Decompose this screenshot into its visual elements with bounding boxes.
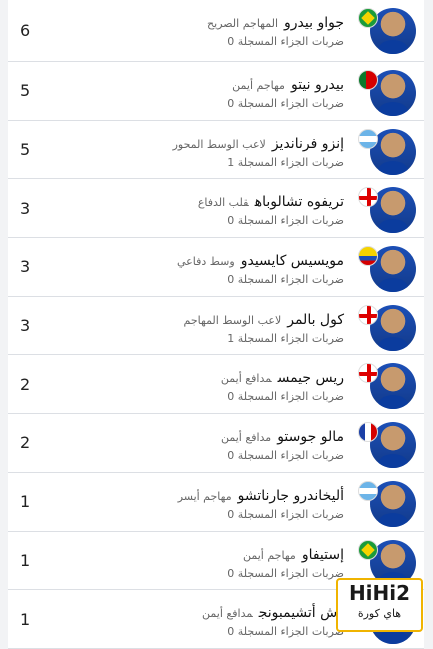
player-position: لاعب الوسط المحور	[172, 137, 266, 151]
england-flag-icon	[358, 304, 378, 325]
goals-count: 5	[20, 140, 31, 160]
player-name[interactable]: مويسيس كايسيدو	[241, 253, 344, 269]
player-position: مدافع أيمن	[221, 431, 272, 445]
player-name[interactable]: إستيفاو	[302, 547, 344, 563]
portugal-flag-icon	[358, 70, 378, 90]
logo-subtitle: هاي كورة	[357, 607, 402, 620]
france-flag-icon	[358, 422, 378, 443]
list-item[interactable]: 2 ريس جيمس مدافع أيمن ضربات الجزاء المسجل…	[8, 355, 424, 415]
goals-count: 3	[20, 316, 31, 336]
goals-count: 5	[20, 81, 31, 101]
player-position: وسط دفاعي	[176, 255, 235, 269]
player-name[interactable]: أليخاندرو جارناتشو	[238, 488, 344, 504]
goals-count: 2	[20, 433, 31, 453]
logo-title: HiHi2	[348, 581, 411, 605]
list-item[interactable]: 6 جواو بيدرو المهاجم الصريح ضربات الجزاء …	[8, 0, 424, 62]
player-position: قلب الدفاع	[197, 196, 249, 210]
list-item[interactable]: 3 تريفوه تشالوباه قلب الدفاع ضربات الجزاء…	[8, 179, 424, 239]
site-logo: HiHi2 هاي كورة	[336, 578, 423, 632]
argentina-flag-icon	[358, 128, 378, 149]
list-item[interactable]: 3 مويسيس كايسيدو وسط دفاعي ضربات الجزاء ا…	[8, 238, 424, 297]
goals-count: 2	[20, 374, 31, 394]
goals-count: 1	[20, 550, 31, 570]
player-position: مهاجم أيمن	[232, 79, 285, 92]
penalties-scored: ضربات الجزاء المسجلة 0	[227, 625, 344, 639]
player-position: لاعب الوسط المهاجم	[183, 313, 282, 327]
player-name[interactable]: بيدرو نيتو	[291, 77, 344, 93]
player-position: مهاجم أيسر	[177, 489, 232, 503]
penalties-scored: ضربات الجزاء المسجلة 0	[227, 214, 344, 228]
player-name[interactable]: وش أتشيمبونج	[259, 605, 344, 621]
list-item[interactable]: 2 مالو جوستو مدافع أيمن ضربات الجزاء المس…	[8, 414, 424, 473]
penalties-scored: ضربات الجزاء المسجلة 0	[227, 273, 344, 287]
player-name[interactable]: ريس جيمس	[278, 370, 344, 386]
list-item[interactable]: 1 أليخاندرو جارناتشو مهاجم أيسر ضربات الج…	[8, 472, 424, 532]
penalties-scored: ضربات الجزاء المسجلة 1	[227, 155, 344, 169]
goals-count: 1	[20, 492, 31, 512]
goals-count: 3	[20, 257, 31, 277]
list-item[interactable]: 5 إنزو فرنانديز لاعب الوسط المحور ضربات ا…	[8, 120, 424, 180]
goals-count: 3	[20, 198, 31, 218]
player-position: مهاجم أيمن	[243, 548, 296, 562]
brazil-flag-icon	[358, 539, 378, 560]
player-name[interactable]: مالو جوستو	[277, 429, 344, 445]
penalties-scored: ضربات الجزاء المسجلة 0	[227, 390, 344, 404]
goals-count: 1	[20, 609, 31, 629]
penalties-scored: ضربات الجزاء المسجلة 0	[227, 449, 344, 463]
penalties-scored: ضربات الجزاء المسجلة 1	[227, 331, 344, 345]
player-name[interactable]: تريفوه تشالوباه	[255, 194, 344, 210]
list-item[interactable]: 5 بيدرو نيتو مهاجم أيمن ضربات الجزاء المس…	[8, 62, 424, 121]
players-list: 6 جواو بيدرو المهاجم الصريح ضربات الجزاء …	[8, 0, 424, 649]
ecuador-flag-icon	[358, 246, 378, 267]
penalties-scored: ضربات الجزاء المسجلة 0	[227, 97, 344, 110]
player-name[interactable]: كول بالمر	[287, 312, 344, 328]
penalties-scored: ضربات الجزاء المسجلة 0	[227, 507, 344, 521]
penalties-scored: ضربات الجزاء المسجلة 0	[227, 566, 344, 580]
list-item[interactable]: 3 كول بالمر لاعب الوسط المهاجم ضربات الجز…	[8, 296, 424, 356]
player-position: مدافع أيمن	[220, 372, 272, 386]
argentina-flag-icon	[358, 480, 378, 501]
player-name[interactable]: إنزو فرنانديز	[272, 136, 344, 152]
player-name[interactable]: جواو بيدرو	[284, 15, 344, 31]
brazil-flag-icon	[358, 8, 378, 28]
player-position: مدافع أيمن	[202, 607, 253, 621]
goals-count: 6	[20, 21, 31, 40]
penalties-scored: ضربات الجزاء المسجلة 0	[227, 35, 344, 48]
player-position: المهاجم الصريح	[207, 17, 279, 30]
